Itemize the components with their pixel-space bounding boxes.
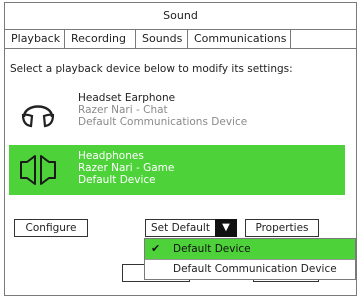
- instruction-text: Select a playback device below to modify…: [10, 63, 293, 75]
- tab-communications[interactable]: Communications: [188, 29, 291, 49]
- tab-divider: [5, 48, 356, 49]
- caret-down-icon: ▼: [222, 222, 230, 233]
- device-status: Default Device: [78, 174, 156, 186]
- configure-button[interactable]: Configure: [14, 219, 88, 237]
- device-name: Headset Earphone: [78, 92, 176, 104]
- menu-item-label: Default Communication Device: [173, 263, 337, 275]
- device-headphones[interactable]: Headphones Razer Nari - Game Default Dev…: [9, 145, 345, 195]
- set-default-dropdown-arrow[interactable]: ▼: [215, 219, 237, 237]
- device-headset-earphone[interactable]: Headset Earphone Razer Nari - Chat Defau…: [9, 87, 345, 137]
- set-default-button[interactable]: Set Default: [145, 219, 215, 237]
- device-subtitle: Razer Nari - Chat: [78, 104, 168, 116]
- window-title: Sound: [5, 3, 356, 30]
- menu-item-default-communication-device[interactable]: Default Communication Device: [145, 259, 355, 279]
- menu-item-label: Default Device: [173, 243, 251, 255]
- tab-playback[interactable]: Playback: [5, 29, 65, 49]
- properties-button[interactable]: Properties: [245, 219, 319, 237]
- tab-bar: Playback Recording Sounds Communications: [5, 29, 291, 49]
- set-default-menu: ✔ Default Device Default Communication D…: [144, 238, 356, 280]
- menu-item-default-device[interactable]: ✔ Default Device: [145, 239, 355, 259]
- device-status: Default Communications Device: [78, 116, 248, 128]
- speaker-pair-icon: [20, 155, 56, 185]
- tab-sounds[interactable]: Sounds: [136, 29, 188, 49]
- checkmark-icon: ✔: [151, 242, 161, 255]
- device-name: Headphones: [78, 150, 144, 162]
- headset-icon: [21, 105, 55, 128]
- device-subtitle: Razer Nari - Game: [78, 162, 175, 174]
- tab-recording[interactable]: Recording: [65, 29, 136, 49]
